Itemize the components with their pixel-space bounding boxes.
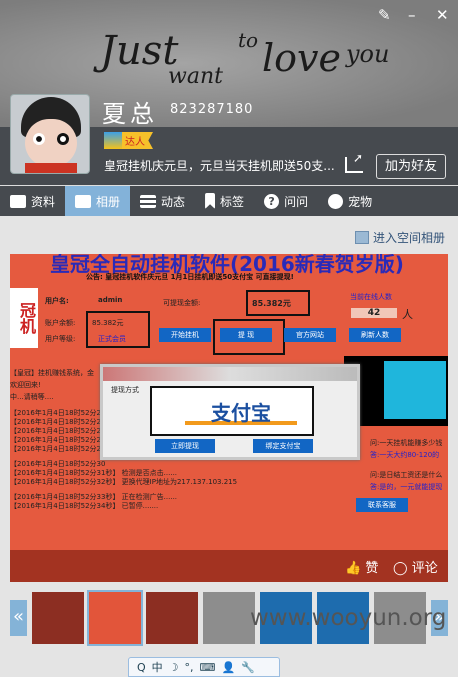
signature[interactable]: 皇冠挂机庆元旦，元旦当天挂机即送50支... xyxy=(104,157,335,174)
log-line: 【皇冠】挂机赚钱系统，金 xyxy=(10,369,94,377)
photo-notice: 公告: 皇冠挂机软件庆元旦 1月1日挂机即送50支付宝 可直接提现! xyxy=(86,273,294,281)
album-photo[interactable]: 皇冠全自动挂机软件(2016新春贺岁版) 公告: 皇冠挂机软件庆元旦 1月1日挂… xyxy=(10,254,448,582)
bookmark-icon xyxy=(205,193,216,209)
cover-text: Just xyxy=(100,28,179,74)
wrench-icon[interactable]: 🔧 xyxy=(241,661,255,674)
pet-icon xyxy=(328,193,344,209)
log-line: 【2016年1月4日18时52分32秒】 更换代理IP地址为217.137.10… xyxy=(10,478,238,486)
profile-name: 夏总 xyxy=(102,100,158,128)
talent-badge[interactable]: 达人 xyxy=(104,132,153,149)
thumbnail[interactable] xyxy=(32,592,84,644)
skin-brush-icon[interactable]: ✎ xyxy=(378,6,391,24)
thumbnail[interactable] xyxy=(146,592,198,644)
alipay-logo: 支付宝 xyxy=(185,397,297,425)
keyboard-icon[interactable]: ⌨ xyxy=(200,661,216,674)
log-line: 欢迎回来! xyxy=(10,381,41,389)
qq-number: 823287180 xyxy=(170,102,254,117)
tab-album[interactable]: 相册 xyxy=(65,186,131,216)
feed-list-icon xyxy=(140,194,157,208)
tab-profile[interactable]: 资料 xyxy=(0,186,65,216)
cover-text: love xyxy=(262,36,341,80)
log-line: 中...请稍等.... xyxy=(10,393,54,401)
tab-pet[interactable]: 宠物 xyxy=(318,186,382,216)
punctuation-icon[interactable]: °, xyxy=(185,661,194,674)
tab-feed[interactable]: 动态 xyxy=(130,186,195,216)
profile-tabs: 资料 相册 动态 标签 ? 问问 宠物 xyxy=(0,185,458,216)
bell-icon xyxy=(104,132,122,149)
thumbnail-selected[interactable] xyxy=(87,590,143,646)
question-icon: ? xyxy=(264,193,280,209)
thumbnail[interactable] xyxy=(203,592,255,644)
cover-text: to xyxy=(238,28,259,52)
add-friend-button[interactable]: 加为好友 xyxy=(376,154,446,179)
ime-logo-icon[interactable]: Q xyxy=(137,661,146,674)
minimize-icon[interactable]: – xyxy=(408,6,416,24)
tab-tags[interactable]: 标签 xyxy=(195,186,254,216)
ime-toolbar: Q 中 ☽ °, ⌨ 👤 🔧 xyxy=(128,657,280,677)
comment-button[interactable]: ◯ 评论 xyxy=(393,557,438,576)
album-icon xyxy=(355,231,369,244)
thumbs-up-icon: 👍 xyxy=(345,561,362,576)
avatar[interactable] xyxy=(10,94,90,174)
watermark: www.wooyun.org xyxy=(250,605,447,631)
photo-action-bar: 👍 赞 ◯ 评论 xyxy=(10,550,448,582)
app-logo: 冠机 xyxy=(10,288,38,348)
comment-bubble-icon: ◯ xyxy=(393,561,408,576)
user-icon[interactable]: 👤 xyxy=(221,661,235,674)
like-button[interactable]: 👍 赞 xyxy=(345,557,378,576)
thumbs-prev-button[interactable]: « xyxy=(10,600,27,636)
share-icon[interactable]: ➚ xyxy=(345,151,363,173)
cover-text: you xyxy=(346,40,390,68)
moon-halfwidth-icon[interactable]: ☽ xyxy=(169,661,179,674)
log-line: 【2016年1月4日18时52分34秒】 已暂停....... xyxy=(10,502,159,510)
cover-text: want xyxy=(168,64,223,89)
profile-card-icon xyxy=(10,194,26,208)
withdraw-dialog: 提现方式 ◉ 支付宝 立即提现 绑定支付宝 xyxy=(100,364,360,460)
chinese-mode-icon[interactable]: 中 xyxy=(152,659,163,675)
close-icon[interactable]: ✕ xyxy=(436,6,449,24)
tab-ask[interactable]: ? 问问 xyxy=(254,186,318,216)
photo-album-icon xyxy=(75,194,92,208)
log-line: 【2016年1月4日18时52分29 xyxy=(10,445,106,453)
enter-qzone-album-link[interactable]: 进入空间相册 xyxy=(355,229,445,246)
